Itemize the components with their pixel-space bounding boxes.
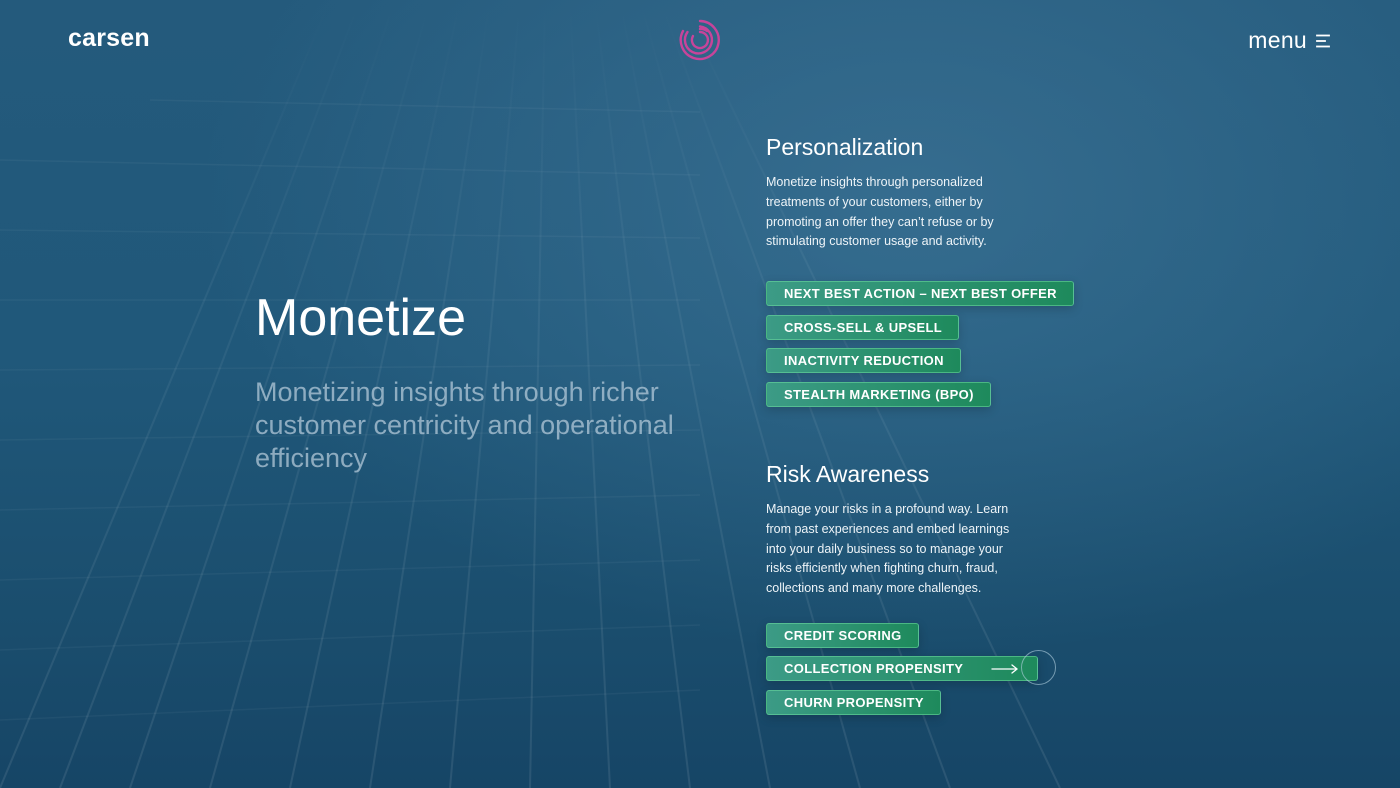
risk-awareness-section: Risk Awareness Manage your risks in a pr… <box>766 459 1057 723</box>
site-header: carsen menu <box>0 0 1400 82</box>
personalization-tags: NEXT BEST ACTION – NEXT BEST OFFER CROSS… <box>766 281 1074 407</box>
tag-cross-sell-upsell[interactable]: CROSS-SELL & UPSELL <box>766 314 960 340</box>
page-title: Monetize <box>255 289 466 347</box>
carsen-logo[interactable]: carsen <box>68 24 150 53</box>
tag-label: CREDIT SCORING <box>784 627 902 643</box>
arrow-right-icon <box>991 664 1018 674</box>
personalization-description: Monetize insights through personalized t… <box>766 175 994 249</box>
background-building-image <box>0 0 1400 788</box>
tag-collection-propensity[interactable]: COLLECTION PROPENSITY <box>766 650 1057 686</box>
tag-label: COLLECTION PROPENSITY <box>784 661 964 677</box>
tag-credit-scoring[interactable]: CREDIT SCORING <box>766 622 919 648</box>
tag-next-best-action[interactable]: NEXT BEST ACTION – NEXT BEST OFFER <box>766 281 1074 307</box>
page-subtitle: Monetizing insights through richer custo… <box>255 377 674 473</box>
personalization-title: Personalization <box>766 134 924 160</box>
personalization-section: Personalization Monetize insights throug… <box>766 132 1074 415</box>
tag-label: CHURN PROPENSITY <box>784 694 924 710</box>
risk-awareness-description: Manage your risks in a profound way. Lea… <box>766 502 1010 596</box>
risk-tags: CREDIT SCORING COLLECTION PROPENSITY CHU… <box>766 622 1057 715</box>
tag-stealth-marketing[interactable]: STEALTH MARKETING (BPO) <box>766 381 991 407</box>
hamburger-menu-icon <box>1316 34 1330 47</box>
menu-button[interactable]: menu <box>1248 27 1330 54</box>
tag-inactivity-reduction[interactable]: INACTIVITY REDUCTION <box>766 348 961 374</box>
tag-churn-propensity[interactable]: CHURN PROPENSITY <box>766 689 941 715</box>
menu-label: menu <box>1248 27 1307 53</box>
risk-awareness-title: Risk Awareness <box>766 461 930 487</box>
c-spiral-logo-icon[interactable] <box>679 19 721 61</box>
hero-section: Monetize Monetizing insights through ric… <box>255 282 675 475</box>
